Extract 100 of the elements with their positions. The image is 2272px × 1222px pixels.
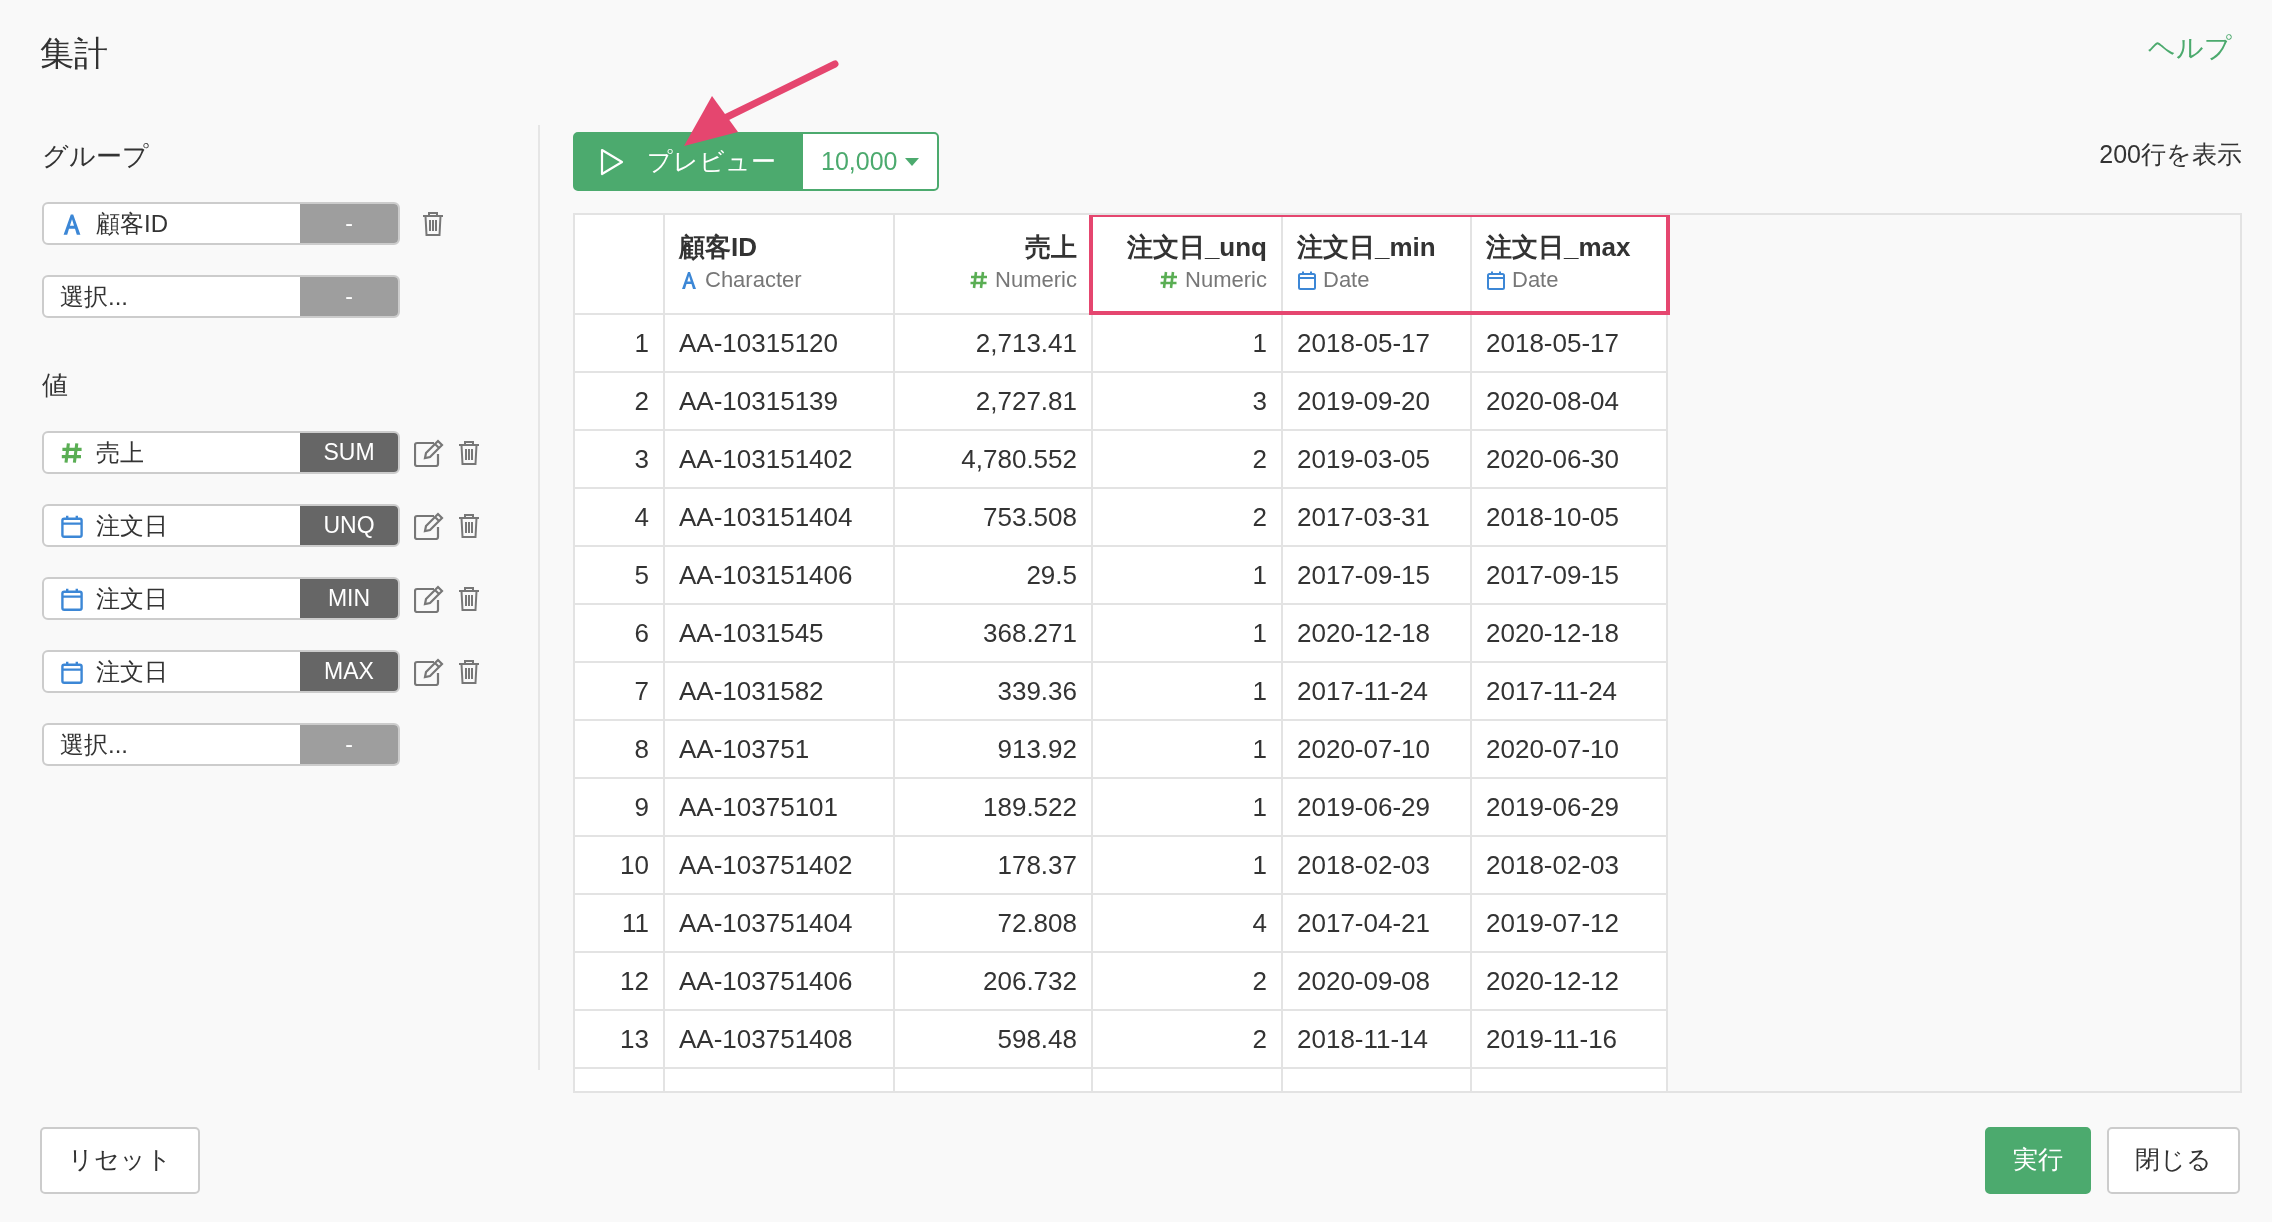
table-cell: 2017-04-21 <box>1283 895 1472 953</box>
table-cell: 1 <box>1093 779 1283 837</box>
table-cell: 3 <box>1093 373 1283 431</box>
table-cell: 2020-12-12 <box>1472 953 1668 1011</box>
row-number: 3 <box>575 431 665 489</box>
table-cell: AA-10315139 <box>665 373 895 431</box>
table-cell: 2 <box>1093 953 1283 1011</box>
table-cell: 2017-09-15 <box>1472 547 1668 605</box>
table-cell: AA-1031545 <box>665 605 895 663</box>
table-cell: AA-103151404 <box>665 489 895 547</box>
placeholder-text: 選択... <box>60 729 128 760</box>
field-name: 売上 <box>96 437 144 468</box>
row-number: 11 <box>575 895 665 953</box>
row-number: 8 <box>575 721 665 779</box>
table-cell: 2017-09-15 <box>1283 547 1472 605</box>
dialog-title: 集計 <box>40 33 108 74</box>
table-cell: 1 <box>1093 547 1283 605</box>
aggregation-label: - <box>300 725 398 764</box>
table-cell: 1 <box>1093 315 1283 373</box>
row-number: 12 <box>575 953 665 1011</box>
table-cell: AA-103751 <box>665 721 895 779</box>
table-cell: AA-103751408 <box>665 1011 895 1069</box>
field-chip[interactable]: 顧客ID - <box>42 202 400 245</box>
row-number: 4 <box>575 489 665 547</box>
play-icon <box>599 147 625 176</box>
table-cell: 2020-06-30 <box>1472 431 1668 489</box>
table-cell: 4,780.552 <box>895 431 1093 489</box>
reset-button[interactable]: リセット <box>40 1126 200 1194</box>
table-cell: 1 <box>1093 837 1283 895</box>
table-cell: 2019-03-05 <box>1283 431 1472 489</box>
column-header[interactable]: 売上 Numeric <box>895 215 1093 315</box>
table-cell: 4 <box>1093 895 1283 953</box>
table-cell: 598.48 <box>895 1011 1093 1069</box>
table-cell: 2020-12-18 <box>1283 605 1472 663</box>
table-cell: 2017-03-31 <box>1283 489 1472 547</box>
row-number: 1 <box>575 315 665 373</box>
table-cell: 1 <box>1093 605 1283 663</box>
field-name: 顧客ID <box>96 208 168 239</box>
table-cell: 2020-07-10 <box>1472 721 1668 779</box>
table-cell: 72.808 <box>895 895 1093 953</box>
row-number: 13 <box>575 1011 665 1069</box>
table-cell: AA-10315120 <box>665 315 895 373</box>
column-header[interactable]: 顧客ID Character <box>665 215 895 315</box>
table-cell: 2018-05-17 <box>1283 315 1472 373</box>
section-label: グループ <box>42 140 150 173</box>
table-cell: 2017-11-24 <box>1283 663 1472 721</box>
field-chip[interactable]: 売上 SUM <box>42 431 400 474</box>
field-select[interactable]: 選択... - <box>42 723 400 766</box>
aggregation-label: MIN <box>300 579 398 618</box>
table-cell: 2020-08-04 <box>1472 373 1668 431</box>
aggregation-label: MAX <box>300 652 398 691</box>
row-number: 7 <box>575 663 665 721</box>
table-cell: 2018-11-14 <box>1283 1011 1472 1069</box>
close-button[interactable]: 閉じる <box>2107 1126 2240 1194</box>
section-label: 値 <box>42 369 69 402</box>
field-select[interactable]: 選択... - <box>42 275 400 318</box>
table-cell: 753.508 <box>895 489 1093 547</box>
table-cell: 2019-07-12 <box>1472 895 1668 953</box>
table-cell: 2019-06-29 <box>1283 779 1472 837</box>
table-cell: 29.5 <box>895 547 1093 605</box>
table-cell: AA-103151402 <box>665 431 895 489</box>
row-number: 5 <box>575 547 665 605</box>
table-cell: 2019-11-16 <box>1472 1011 1668 1069</box>
table-cell: AA-103751402 <box>665 837 895 895</box>
table-cell: 1 <box>1093 721 1283 779</box>
table-cell: 913.92 <box>895 721 1093 779</box>
row-number: 6 <box>575 605 665 663</box>
table-cell: AA-103751406 <box>665 953 895 1011</box>
table-cell: 368.271 <box>895 605 1093 663</box>
row-number: 2 <box>575 373 665 431</box>
table-cell: 2 <box>1093 489 1283 547</box>
table-cell: 2020-12-18 <box>1472 605 1668 663</box>
placeholder-text: 選択... <box>60 281 128 312</box>
caret-icon <box>905 157 920 166</box>
table-cell: AA-103751404 <box>665 895 895 953</box>
table-cell: 339.36 <box>895 663 1093 721</box>
column-header[interactable]: 注文日_unq Numeric <box>1093 215 1283 315</box>
table-cell: 2020-07-10 <box>1283 721 1472 779</box>
column-header[interactable]: 注文日_min Date <box>1283 215 1472 315</box>
table-cell: 178.37 <box>895 837 1093 895</box>
aggregation-label: - <box>300 277 398 316</box>
table-cell: 2019-09-20 <box>1283 373 1472 431</box>
aggregation-label: - <box>300 204 398 243</box>
table-cell: 2,727.81 <box>895 373 1093 431</box>
field-name: 注文日 <box>96 510 168 541</box>
field-name: 注文日 <box>96 656 168 687</box>
field-chip[interactable]: 注文日 MAX <box>42 650 400 693</box>
column-header[interactable]: 注文日_max Date <box>1472 215 1668 315</box>
field-chip[interactable]: 注文日 UNQ <box>42 504 400 547</box>
table-cell: 206.732 <box>895 953 1093 1011</box>
row-number: 9 <box>575 779 665 837</box>
aggregation-label: UNQ <box>300 506 398 545</box>
table-cell: 2017-11-24 <box>1472 663 1668 721</box>
table-cell: 2018-02-03 <box>1472 837 1668 895</box>
table-cell: 2 <box>1093 431 1283 489</box>
field-chip[interactable]: 注文日 MIN <box>42 577 400 620</box>
table-cell: 2018-05-17 <box>1472 315 1668 373</box>
table-cell: 2 <box>1093 1011 1283 1069</box>
table-cell: 2019-06-29 <box>1472 779 1668 837</box>
table-cell: 1 <box>1093 663 1283 721</box>
